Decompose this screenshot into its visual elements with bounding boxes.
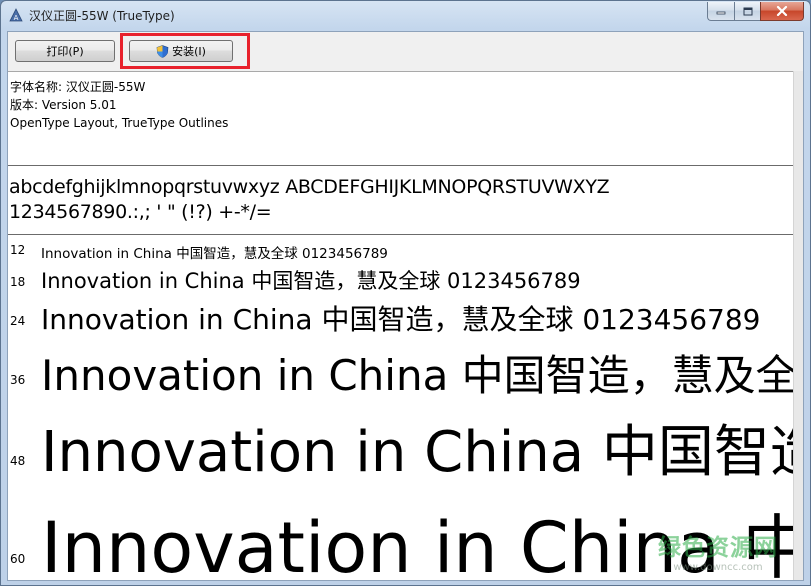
uac-shield-icon — [156, 44, 169, 58]
install-button-label: 安装(I) — [172, 45, 206, 58]
font-app-icon: A — [9, 8, 23, 22]
window-title: 汉仪正圆-55W (TrueType) — [29, 9, 175, 23]
sample-size-label: 36 — [10, 373, 26, 387]
install-button[interactable]: 安装(I) — [129, 40, 233, 62]
sample-text: Innovation in China 中国智造，慧及全球 0123456789 — [41, 420, 794, 485]
sample-text: Innovation in China 中国智造，慧及全球 0123456789 — [41, 351, 794, 400]
title-bar[interactable]: A 汉仪正圆-55W (TrueType) — [1, 1, 810, 31]
divider-bottom — [8, 234, 794, 235]
maximize-icon — [743, 7, 752, 15]
font-version-label: 版本: Version 5.01 — [10, 98, 117, 112]
character-set: abcdefghijklmnopqrstuvwxyz ABCDEFGHIJKLM… — [9, 175, 610, 225]
maximize-button[interactable] — [734, 2, 760, 21]
charset-digits-symbols: 1234567890.:,; ' " (!?) +-*/= — [9, 201, 272, 223]
font-outline-label: OpenType Layout, TrueType Outlines — [10, 116, 229, 130]
font-viewer-window: A 汉仪正圆-55W (TrueType) 打印(P) 安装(I) 字体名称: … — [0, 0, 811, 586]
minimize-button[interactable] — [707, 2, 734, 21]
sample-size-label: 60 — [10, 552, 26, 566]
toolbar: 打印(P) 安装(I) — [8, 32, 803, 72]
close-icon — [776, 6, 788, 16]
watermark-url: www.downcc.com — [673, 562, 763, 573]
font-info: 字体名称: 汉仪正圆-55W 版本: Version 5.01 OpenType… — [10, 78, 228, 132]
close-button[interactable] — [760, 2, 804, 21]
sample-size-label: 24 — [10, 314, 26, 328]
sample-size-label: 12 — [10, 243, 26, 257]
sample-size-label: 18 — [10, 275, 26, 289]
client-area: 打印(P) 安装(I) 字体名称: 汉仪正圆-55W 版本: Version 5… — [7, 31, 804, 581]
charset-letters: abcdefghijklmnopqrstuvwxyz ABCDEFGHIJKLM… — [9, 176, 610, 198]
site-watermark: 绿色资源网 www.downcc.com — [658, 528, 778, 573]
font-name-label: 字体名称: 汉仪正圆-55W — [10, 80, 146, 94]
sample-text: Innovation in China 中国智造，慧及全球 0123456789 — [41, 303, 761, 336]
watermark-name: 绿色资源网 — [658, 535, 778, 561]
minimize-icon — [716, 11, 726, 15]
sample-size-label: 48 — [10, 454, 26, 468]
divider-top — [8, 165, 794, 166]
font-preview-pane: 字体名称: 汉仪正圆-55W 版本: Version 5.01 OpenType… — [8, 71, 794, 580]
caption-buttons — [707, 2, 804, 21]
sample-text: Innovation in China 中国智造，慧及全球 0123456789 — [41, 246, 388, 262]
print-button[interactable]: 打印(P) — [15, 40, 115, 62]
vertical-scrollbar[interactable] — [793, 71, 803, 580]
sample-text: Innovation in China 中国智造，慧及全球 0123456789 — [41, 269, 581, 293]
svg-text:A: A — [14, 14, 19, 22]
